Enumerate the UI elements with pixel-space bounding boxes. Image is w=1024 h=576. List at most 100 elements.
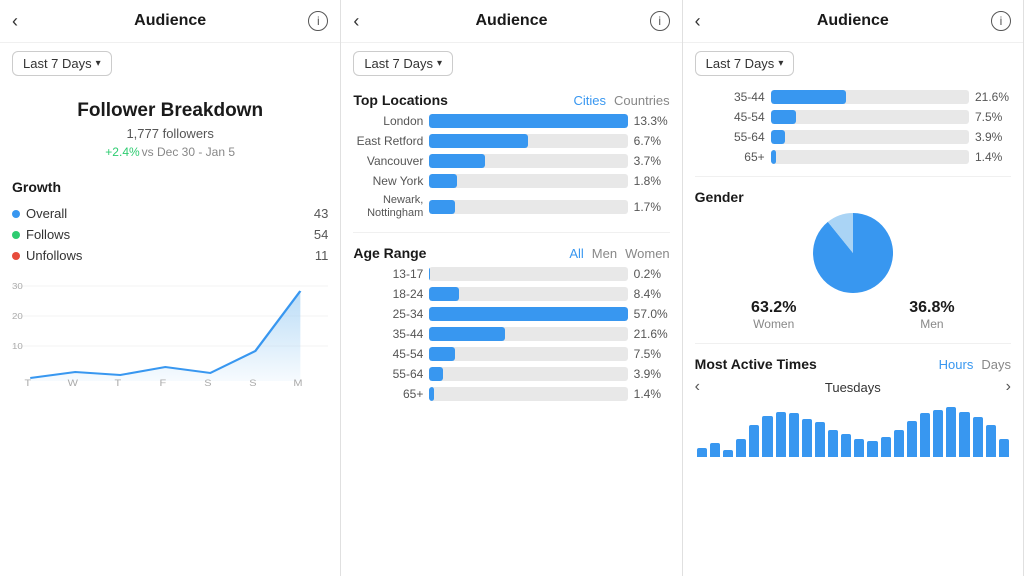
hour-bar [894,430,904,457]
bar-track-1317 [429,267,627,281]
hour-bar [762,416,772,457]
unfollows-label: Unfollows [26,248,82,263]
bar-track-2534 [429,307,627,321]
p3-track-65plus [771,150,969,164]
date-btn-1[interactable]: Last 7 Days ▾ [12,51,112,76]
women-text: Women [751,317,796,331]
divider-p3 [695,176,1011,177]
bar-row-eastretford: East Retford 6.7% [353,134,669,148]
info-icon-1[interactable]: i [308,11,328,31]
bar-row-5564: 55-64 3.9% [353,367,669,381]
bar-label-65plus: 65+ [353,387,423,401]
panel-2: ‹ Audience i Last 7 Days ▾ Top Locations… [341,0,682,576]
panel-1-content: Follower Breakdown 1,777 followers +2.4%… [0,84,340,576]
unfollows-value: 11 [315,248,329,263]
panel-3-title: Audience [817,12,889,30]
bar-pct-eastretford: 6.7% [634,134,670,148]
day-label: Tuesdays [708,380,998,395]
men-label: 36.8% Men [909,299,954,331]
overall-label: Overall [26,206,67,221]
next-day-arrow[interactable]: › [1006,378,1011,396]
back-icon-3[interactable]: ‹ [695,11,701,32]
tab-hours[interactable]: Hours [939,357,974,372]
p3-pct-65plus: 1.4% [975,150,1011,164]
tab-women[interactable]: Women [625,246,670,261]
growth-list: Overall 43 Follows 54 Unfollows 11 [12,203,328,266]
chevron-icon-3: ▾ [778,58,783,69]
hour-bar [867,441,877,457]
bar-fill-65plus [429,387,434,401]
bar-pct-vancouver: 3.7% [634,154,670,168]
svg-text:T: T [115,379,122,386]
follows-label: Follows [26,227,70,242]
panel-1-header: ‹ Audience i [0,0,340,43]
overall-dot [12,210,20,218]
svg-text:W: W [68,379,79,386]
hour-bar [973,417,983,457]
date-filter-3: Last 7 Days ▾ [695,51,1011,76]
svg-text:T: T [24,379,31,386]
bar-track-1824 [429,287,627,301]
hour-bar [999,439,1009,457]
bar-row-vancouver: Vancouver 3.7% [353,154,669,168]
date-btn-2[interactable]: Last 7 Days ▾ [353,51,453,76]
age-bars-panel2: 13-17 0.2% 18-24 8.4% 25-34 57.0% [353,267,669,401]
panel-3: ‹ Audience i Last 7 Days ▾ 35-44 21.6% 4… [683,0,1024,576]
bar-pct-3544: 21.6% [634,327,670,341]
bar-track-newark [429,200,627,214]
women-pct: 63.2% [751,299,796,317]
bar-row-65plus: 65+ 1.4% [353,387,669,401]
back-icon-2[interactable]: ‹ [353,11,359,32]
svg-text:S: S [249,379,257,386]
info-icon-2[interactable]: i [650,11,670,31]
gender-section: Gender 63.2% Women 36.8% Men [695,189,1011,331]
hour-bar [959,412,969,457]
follower-breakdown: Follower Breakdown 1,777 followers +2.4%… [12,84,328,167]
chevron-icon-2: ▾ [437,58,442,69]
bar-label-eastretford: East Retford [353,134,423,148]
p3-bar-65plus: 65+ 1.4% [695,150,1011,164]
bar-pct-newyork: 1.8% [634,174,670,188]
prev-day-arrow[interactable]: ‹ [695,378,700,396]
bar-pct-5564: 3.9% [634,367,670,381]
hour-bar [986,425,996,457]
tab-all[interactable]: All [569,246,583,261]
growth-chart: 30 20 10 T W T F S S [12,276,328,386]
back-icon-1[interactable]: ‹ [12,11,18,32]
bar-label-3544: 35-44 [353,327,423,341]
tab-days[interactable]: Days [981,357,1011,372]
divider-p3-2 [695,343,1011,344]
panel-3-header: ‹ Audience i [683,0,1023,43]
tab-men[interactable]: Men [592,246,617,261]
bar-row-1824: 18-24 8.4% [353,287,669,301]
follows-value: 54 [314,227,328,242]
bar-pct-london: 13.3% [634,114,670,128]
svg-text:M: M [293,379,302,386]
p3-bar-3544: 35-44 21.6% [695,90,1011,104]
p3-label-65plus: 65+ [695,150,765,164]
gender-title: Gender [695,189,1011,205]
growth-item-unfollows: Unfollows 11 [12,245,328,266]
p3-pct-5564: 3.9% [975,130,1011,144]
p3-pct-3544: 21.6% [975,90,1011,104]
tab-countries[interactable]: Countries [614,93,670,108]
panel-1: ‹ Audience i Last 7 Days ▾ Follower Brea… [0,0,341,576]
info-icon-3[interactable]: i [991,11,1011,31]
p3-fill-5564 [771,130,785,144]
hour-bar [828,430,838,457]
p3-label-5564: 55-64 [695,130,765,144]
bar-label-1824: 18-24 [353,287,423,301]
bar-pct-4554: 7.5% [634,347,670,361]
bar-pct-1824: 8.4% [634,287,670,301]
tab-cities[interactable]: Cities [574,93,607,108]
bar-fill-4554 [429,347,455,361]
panel-2-header: ‹ Audience i [341,0,681,43]
date-btn-3[interactable]: Last 7 Days ▾ [695,51,795,76]
unfollows-dot [12,252,20,260]
hour-bar [697,448,707,457]
bar-label-london: London [353,114,423,128]
age-header: Age Range All Men Women [353,245,669,261]
growth-title: Growth [12,179,328,195]
bar-label-4554: 45-54 [353,347,423,361]
hour-bar [815,422,825,457]
